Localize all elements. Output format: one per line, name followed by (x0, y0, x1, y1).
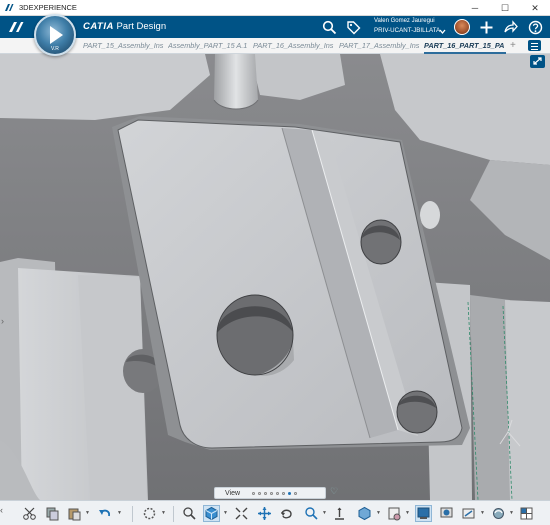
add-tab-button[interactable]: + (510, 40, 516, 51)
3d-viewport[interactable]: › (0, 54, 550, 500)
zoom-extent-icon[interactable] (233, 505, 250, 522)
expand-icon[interactable] (530, 55, 545, 68)
search-icon[interactable] (322, 20, 337, 35)
app-header: CATIA Part Design Valen Gomez Jauregui P… (0, 16, 550, 38)
tab-list-menu-icon[interactable] (528, 40, 541, 51)
cut-icon[interactable] (21, 505, 38, 522)
tab-part16-assembly[interactable]: PART_16_Assembly_Ins (253, 41, 336, 54)
rotate-icon[interactable] (278, 505, 295, 522)
window-controls: ─ ☐ ✕ (460, 0, 550, 16)
action-bar: ‹ ▼ ▼ ▼ ▼ ▼ ▼ ▼ ▼ ▼ (0, 500, 550, 525)
toolbar-separator (173, 506, 174, 522)
maximize-button[interactable]: ☐ (490, 0, 520, 16)
compass-version: V.R (51, 46, 59, 52)
render-style-icon[interactable] (386, 505, 403, 522)
page-dot[interactable] (264, 491, 268, 495)
3ds-logo-icon[interactable] (6, 19, 30, 35)
chevron-down-icon[interactable]: ▼ (480, 510, 485, 516)
tab-part17-assembly[interactable]: PART_17_Assembly_Ins (339, 41, 421, 54)
share-icon[interactable] (503, 20, 518, 35)
tab-assembly-part15[interactable]: Assembly_PART_15 A.1 (168, 41, 250, 54)
compass-widget[interactable]: V.R (34, 14, 76, 56)
copy-icon[interactable] (44, 505, 61, 522)
chevron-down-icon[interactable]: ▼ (161, 510, 166, 516)
view-pager-label: View (225, 489, 241, 497)
multi-view-icon[interactable] (518, 505, 535, 522)
expand-arrows-icon (533, 57, 542, 65)
add-icon[interactable] (479, 20, 494, 35)
user-org: PRIV-UCANT-JBILLATA (374, 27, 441, 34)
chevron-down-icon[interactable]: ▼ (509, 510, 514, 516)
close-button[interactable]: ✕ (520, 0, 550, 16)
undo-icon[interactable] (96, 505, 113, 522)
shading-icon[interactable] (438, 505, 455, 522)
tab-part15-assembly[interactable]: PART_15_Assembly_Ins (83, 41, 165, 54)
3ds-logo-icon (5, 3, 14, 11)
window-title: 3DEXPERIENCE (19, 3, 77, 12)
zoom-icon[interactable] (303, 505, 320, 522)
page-dot[interactable] (276, 491, 280, 495)
paste-icon[interactable] (66, 505, 83, 522)
user-name: Valen Gomez Jauregui (374, 18, 435, 24)
iso-view-icon[interactable] (356, 505, 373, 522)
normal-view-icon[interactable] (331, 505, 348, 522)
page-dot[interactable] (258, 491, 262, 495)
view-pager[interactable]: View (214, 487, 326, 499)
minimize-button[interactable]: ─ (460, 0, 490, 16)
page-dot-active[interactable] (288, 491, 292, 495)
tab-bar: PART_15_Assembly_Ins Assembly_PART_15 A.… (0, 38, 550, 54)
favorite-icon[interactable]: ♡ (330, 486, 338, 497)
section-icon[interactable] (460, 505, 477, 522)
chevron-down-icon[interactable]: ▼ (223, 510, 228, 516)
chevron-down-icon[interactable] (439, 28, 446, 35)
play-icon (50, 26, 63, 44)
avatar[interactable] (454, 19, 470, 35)
panel-expand-arrow-icon[interactable]: › (1, 316, 9, 328)
chevron-down-icon[interactable]: ▼ (405, 510, 410, 516)
app-name: Part Design (116, 21, 167, 32)
page-dot[interactable] (294, 491, 298, 495)
tab-part16-part15[interactable]: PART_16_PART_15_PA (424, 41, 506, 54)
snap-icon[interactable] (141, 505, 158, 522)
pan-icon[interactable] (256, 505, 273, 522)
part-model[interactable] (0, 54, 550, 500)
app-title: CATIA Part Design (83, 21, 166, 32)
user-info[interactable]: Valen Gomez Jauregui PRIV-UCANT-JBILLATA (374, 17, 440, 35)
help-icon[interactable] (528, 20, 543, 35)
view-cube-icon[interactable] (203, 505, 220, 522)
view-pager-dots[interactable] (252, 491, 298, 495)
chevron-down-icon[interactable]: ▼ (117, 510, 122, 516)
sync-icon[interactable] (490, 505, 507, 522)
hide-show-icon[interactable] (415, 505, 432, 522)
chevron-down-icon[interactable]: ▼ (322, 510, 327, 516)
chevron-down-icon[interactable]: ▼ (85, 510, 90, 516)
toolbar-separator (132, 506, 133, 522)
page-dot[interactable] (282, 491, 286, 495)
fit-all-icon[interactable] (181, 505, 198, 522)
window-titlebar: 3DEXPERIENCE ─ ☐ ✕ (0, 0, 550, 16)
page-dot[interactable] (270, 491, 274, 495)
tag-icon[interactable] (346, 20, 361, 35)
chevron-down-icon[interactable]: ▼ (376, 510, 381, 516)
page-dot[interactable] (252, 491, 256, 495)
brand-name: CATIA (83, 21, 114, 32)
action-bar-left-arrow-icon[interactable]: ‹ (0, 505, 10, 522)
